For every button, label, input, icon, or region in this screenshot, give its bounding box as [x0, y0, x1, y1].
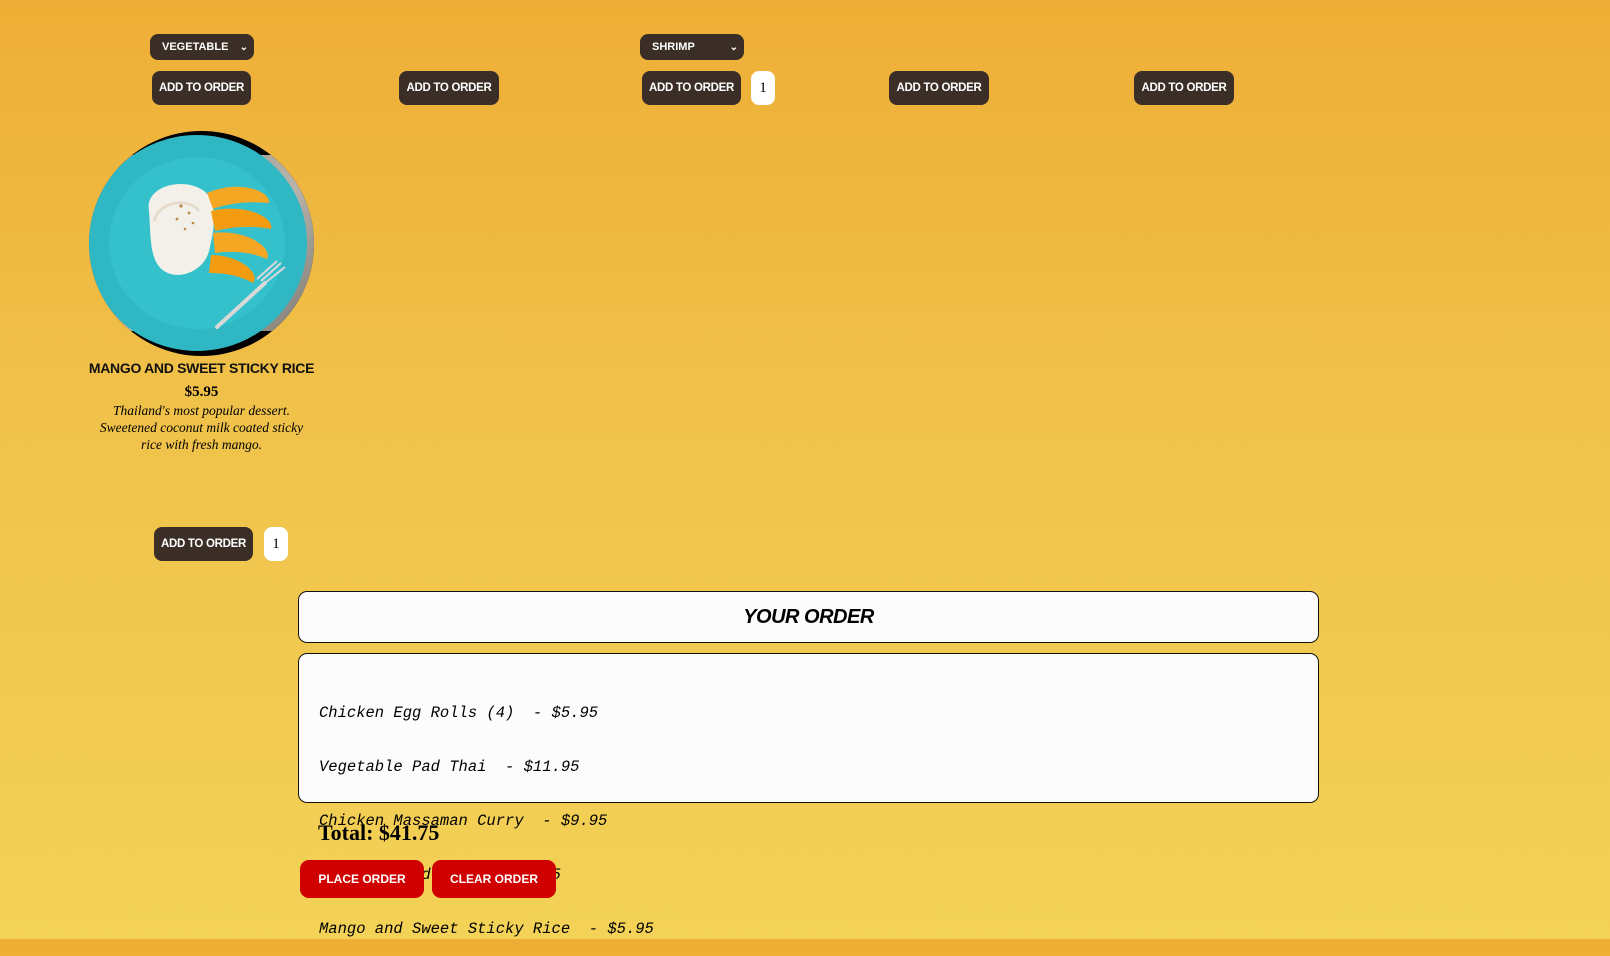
- protein-select-3-value: Shrimp: [652, 41, 695, 53]
- chevron-down-icon: ⌄: [239, 41, 248, 53]
- quantity-badge-3: 1: [751, 71, 775, 105]
- add-to-order-button-1[interactable]: Add to Order: [152, 71, 251, 105]
- add-to-order-button-3[interactable]: Add to Order: [642, 71, 741, 105]
- dessert-name: Mango and Sweet Sticky Rice: [88, 360, 315, 376]
- order-item: Mango and Sweet Sticky Rice - $5.95: [319, 920, 654, 938]
- dessert-quantity-badge: 1: [264, 527, 288, 561]
- chevron-down-icon: ⌄: [729, 41, 738, 53]
- add-dessert-to-order-button[interactable]: Add to Order: [154, 527, 253, 561]
- order-item: Vegetable Pad Thai - $11.95: [319, 758, 580, 776]
- add-to-order-button-2[interactable]: Add to Order: [399, 71, 499, 105]
- dessert-price: $5.95: [184, 384, 219, 400]
- dessert-plate-illustration: [89, 135, 307, 351]
- protein-select-1[interactable]: Vegetable ⌄: [150, 34, 254, 60]
- order-item: Chicken Massaman Curry - $9.95: [319, 812, 608, 830]
- protein-select-1-value: Vegetable: [162, 41, 229, 53]
- place-order-button[interactable]: Place Order: [300, 860, 424, 898]
- clear-order-button[interactable]: Clear Order: [432, 860, 556, 898]
- order-items-list: Chicken Egg Rolls (4) - $5.95 Vegetable …: [298, 653, 1319, 938]
- add-to-order-button-5[interactable]: Add to Order: [1134, 71, 1234, 105]
- dessert-description: Thailand's most popular dessert. Sweeten…: [99, 403, 304, 452]
- protein-select-3[interactable]: Shrimp ⌄: [640, 34, 744, 60]
- add-to-order-button-4[interactable]: Add to Order: [889, 71, 989, 105]
- order-item: Chicken Egg Rolls (4) - $5.95: [319, 704, 599, 722]
- your-order-header: Your Order: [298, 591, 1319, 643]
- order-total: Total: $41.75: [318, 820, 440, 845]
- mango-sticky-rice-image: [89, 131, 314, 356]
